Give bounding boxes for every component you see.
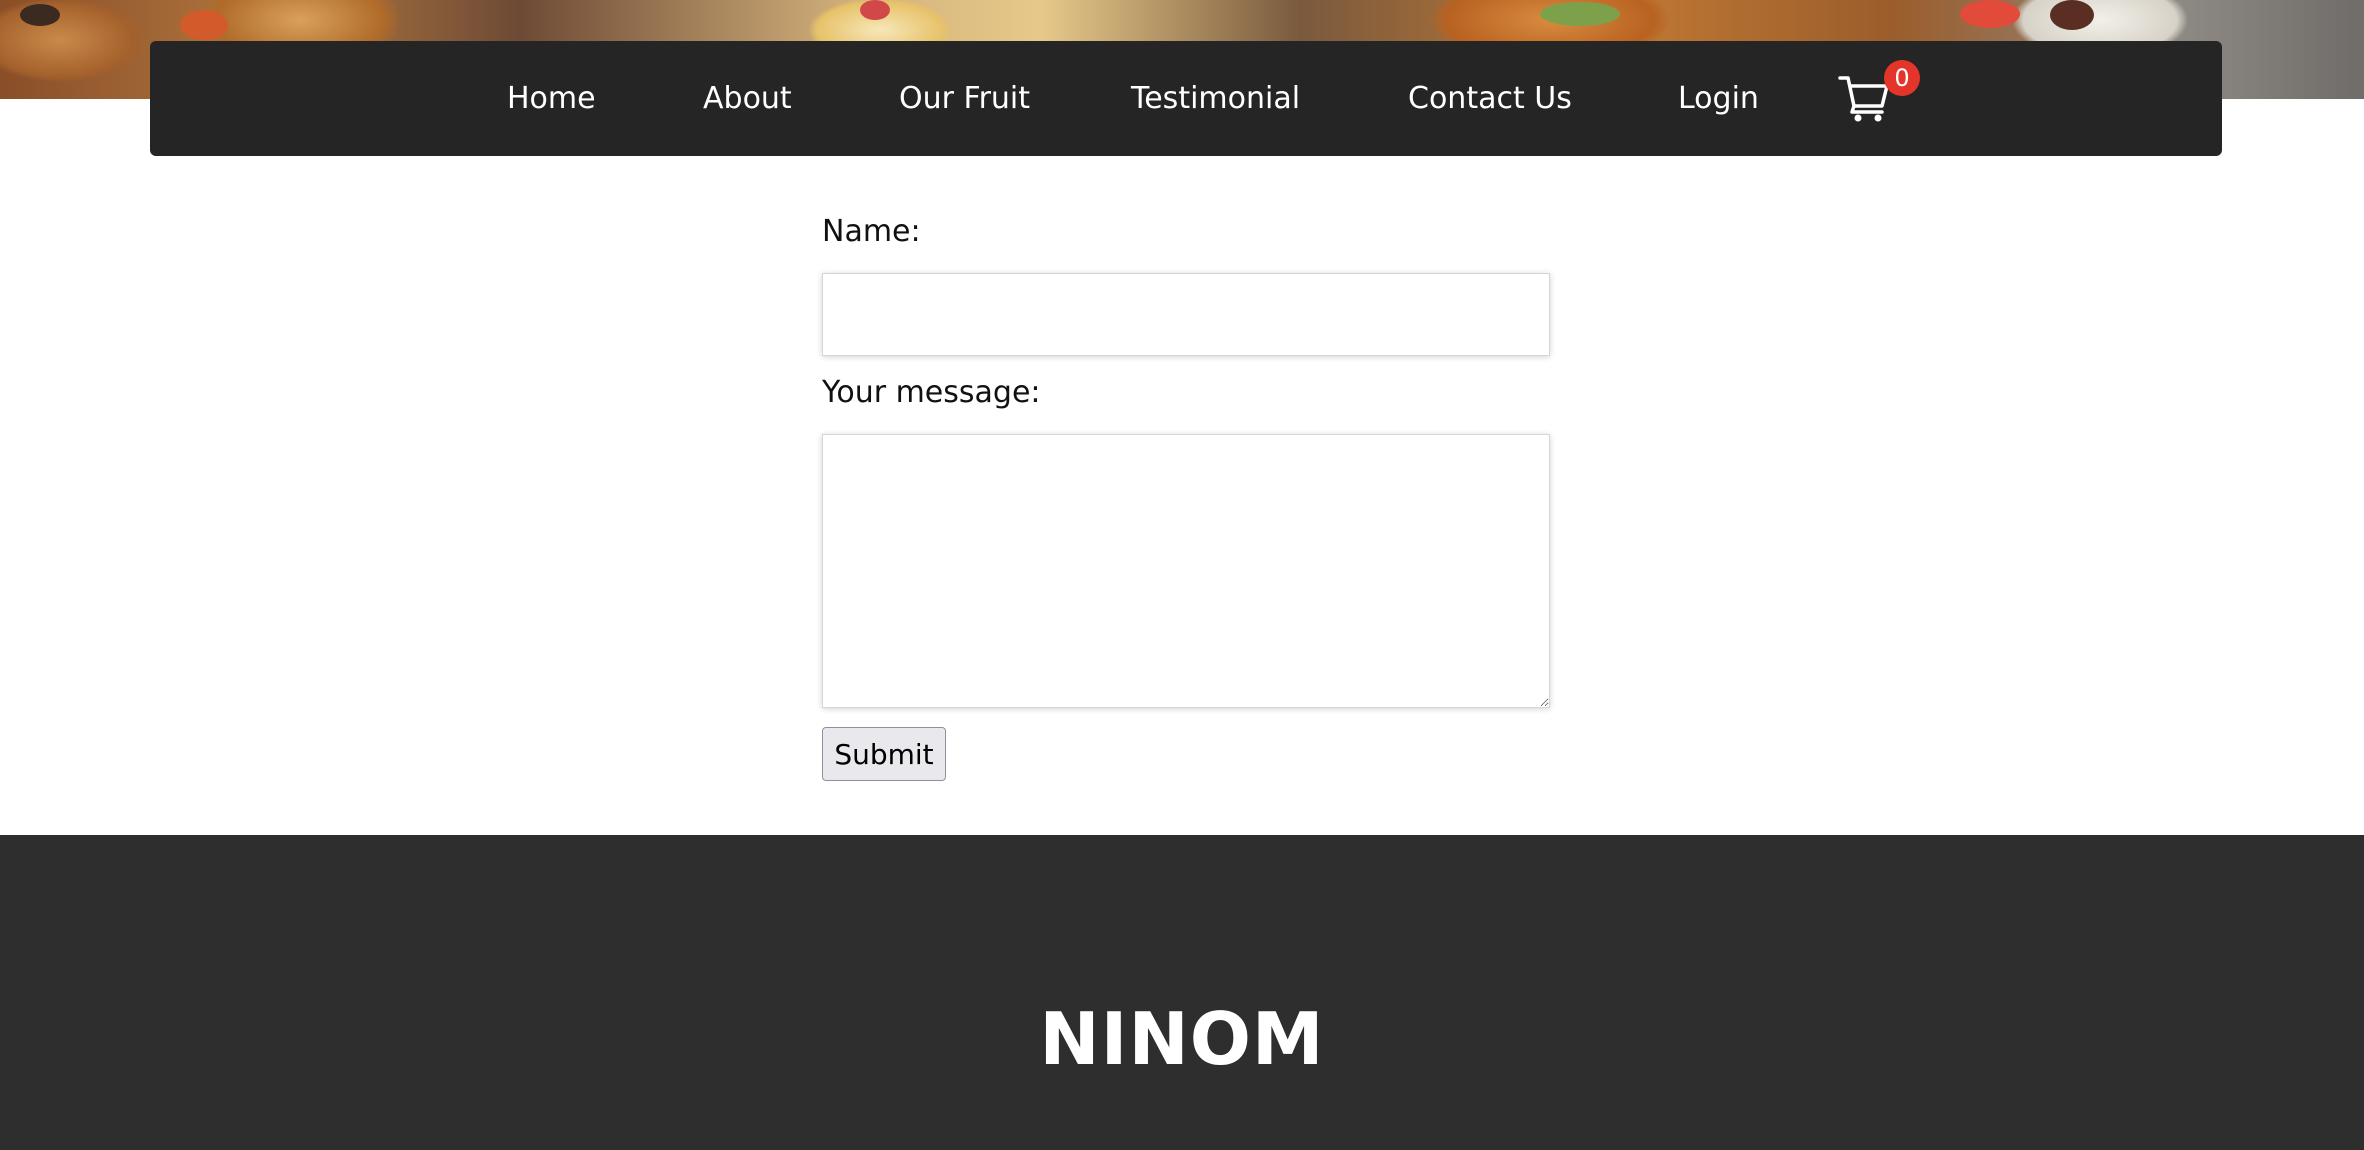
nav-home-link[interactable]: Home <box>507 41 596 156</box>
nav-our-fruit-link[interactable]: Our Fruit <box>899 41 1030 156</box>
cart-count-badge: 0 <box>1884 60 1920 96</box>
submit-button[interactable]: Submit <box>822 727 946 781</box>
nav-login-link[interactable]: Login <box>1678 41 1759 156</box>
nav-testimonial-link[interactable]: Testimonial <box>1131 41 1300 156</box>
main-navbar: Home About Our Fruit Testimonial Contact… <box>150 41 2222 156</box>
footer-brand: NINOM <box>1039 997 1325 1081</box>
message-textarea[interactable] <box>822 434 1550 708</box>
page: Home About Our Fruit Testimonial Contact… <box>0 0 2364 1150</box>
name-input[interactable] <box>822 273 1550 356</box>
name-label: Name: <box>822 214 921 249</box>
message-label: Your message: <box>822 375 1041 410</box>
nav-about-link[interactable]: About <box>703 41 792 156</box>
shopping-cart-icon[interactable] <box>1838 72 1890 124</box>
nav-contact-us-link[interactable]: Contact Us <box>1408 41 1572 156</box>
footer: NINOM <box>0 835 2364 1150</box>
